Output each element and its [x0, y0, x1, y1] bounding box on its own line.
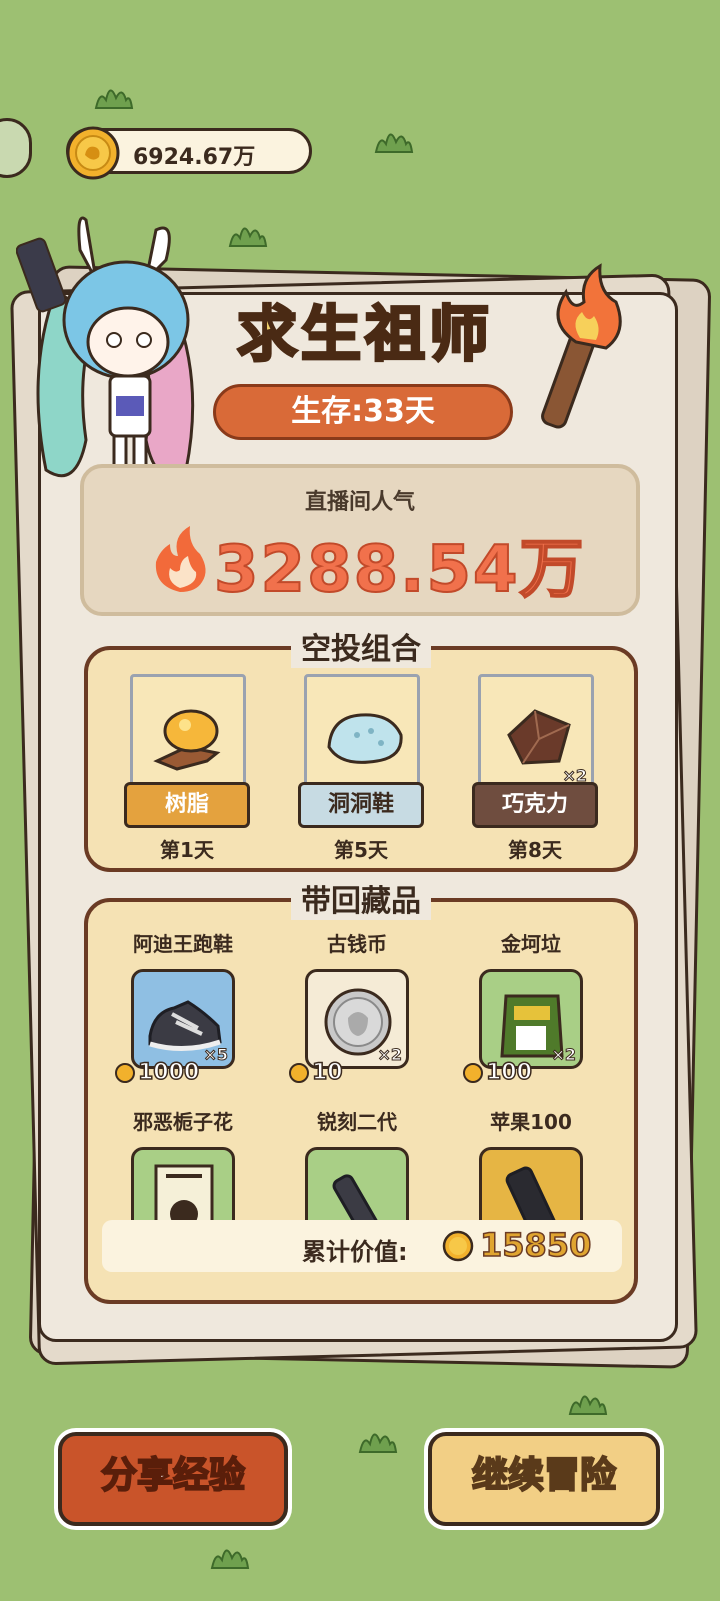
loot-card: ×2: [479, 969, 583, 1069]
coin-icon: [442, 1230, 474, 1262]
torch-icon: [541, 263, 622, 429]
share-experience-button[interactable]: 分享经验: [58, 1432, 288, 1526]
airdrop-item[interactable]: 洞洞鞋 第5天: [298, 674, 424, 863]
loot-name: 古钱币: [327, 932, 387, 956]
total-value-bar: 累计价值: 15850: [102, 1220, 622, 1272]
loot-item[interactable]: 邪恶栀子花: [108, 1106, 258, 1247]
loot-item[interactable]: 古钱币 ×2 10: [282, 928, 432, 1098]
loot-multiplier: ×5: [203, 1045, 229, 1065]
coin-icon: [115, 1062, 135, 1083]
grass-icon: [92, 80, 136, 110]
loot-name: 邪恶栀子花: [133, 1110, 233, 1134]
loot-price-value: 100: [485, 1059, 532, 1086]
grass-icon: [566, 1386, 610, 1416]
item-name: 巧克力: [472, 782, 598, 828]
loot-price: 10: [288, 1059, 343, 1086]
loot-price: 1000: [114, 1059, 200, 1086]
fire-icon: [155, 526, 206, 592]
loot-multiplier: ×2: [377, 1045, 403, 1065]
popularity-label: 直播间人气: [304, 490, 415, 515]
clog-shoe-icon: [327, 713, 403, 764]
continue-adventure-button[interactable]: 继续冒险: [428, 1432, 660, 1526]
currency-bar: 6924.67万: [66, 126, 312, 180]
item-frame: [304, 674, 420, 790]
total-value: 15850: [479, 1225, 592, 1265]
loot-item[interactable]: 苹果100: [456, 1106, 606, 1247]
menu-button[interactable]: [0, 118, 32, 178]
page-title: 求生祖师: [236, 299, 493, 372]
airdrop-panel: 空投组合 树脂 第1天 洞洞鞋 第5天 ×2 巧克力 第8天: [84, 624, 638, 872]
item-day: 第8天: [508, 838, 562, 862]
loot-price: 100: [462, 1059, 533, 1086]
grass-icon: [356, 1424, 400, 1454]
loot-name: 阿迪王跑鞋: [133, 932, 233, 956]
currency-amount: 6924.67万: [133, 145, 256, 170]
loot-multiplier: ×2: [551, 1045, 577, 1065]
loot-name: 锐刻二代: [317, 1110, 397, 1134]
character-avatar-icon: [16, 216, 195, 488]
coin-icon: [463, 1062, 483, 1083]
item-name: 洞洞鞋: [298, 782, 424, 828]
item-name: 树脂: [124, 782, 250, 828]
coin-icon: [66, 126, 120, 180]
grass-icon: [226, 218, 270, 248]
item-day: 第1天: [160, 838, 214, 862]
coin-icon: [289, 1062, 309, 1083]
loot-card: ×5: [131, 969, 235, 1069]
resin-icon: [153, 709, 221, 771]
loot-name: 苹果100: [490, 1110, 572, 1134]
loot-name: 金坷垃: [501, 932, 561, 956]
airdrop-item[interactable]: 树脂 第1天: [124, 674, 250, 863]
loot-item[interactable]: 阿迪王跑鞋 ×5 1000: [108, 928, 258, 1098]
airdrop-item[interactable]: ×2 巧克力 第8天: [472, 674, 598, 863]
popularity-value: 3288.54万: [213, 532, 586, 608]
loot-price-value: 1000: [137, 1059, 200, 1086]
loot-price-value: 10: [311, 1059, 343, 1086]
item-frame: ×2: [478, 674, 594, 790]
item-day: 第5天: [334, 838, 388, 862]
loot-card: ×2: [305, 969, 409, 1069]
loot-item[interactable]: 锐刻二代 ×2: [282, 1106, 432, 1247]
airdrop-title: 空投组合: [291, 624, 431, 668]
total-value-label: 累计价值:: [302, 1238, 408, 1266]
item-frame: [130, 674, 246, 790]
grass-icon: [208, 1540, 252, 1570]
loot-item[interactable]: 金坷垃 ×2 100: [456, 928, 606, 1098]
loot-panel: 带回藏品 阿迪王跑鞋 ×5 1000 古钱币 ×2 10 金坷垃 ×2 100 …: [84, 876, 638, 1304]
popularity-panel: 直播间人气 3288.54万: [80, 464, 640, 616]
grass-icon: [372, 124, 416, 154]
survival-days-badge: 生存:33天: [213, 384, 513, 440]
